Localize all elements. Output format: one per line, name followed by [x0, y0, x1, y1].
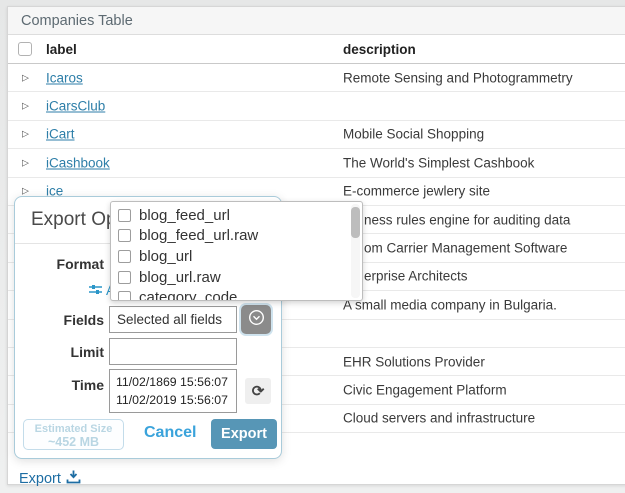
- row-expand-caret-icon[interactable]: ▷: [22, 72, 29, 83]
- cancel-button[interactable]: Cancel: [144, 424, 196, 442]
- estimated-size-label: Estimated Size: [24, 423, 123, 436]
- select-all-checkbox[interactable]: [18, 42, 32, 56]
- refresh-icon: ⟳: [252, 382, 265, 400]
- export-link[interactable]: Export: [19, 470, 81, 488]
- field-option-label: category_code: [139, 289, 237, 301]
- format-label: Format: [15, 256, 104, 272]
- estimated-size-button[interactable]: Estimated Size ~452 MB: [23, 419, 124, 450]
- field-checkbox[interactable]: [118, 291, 131, 301]
- fields-label: Fields: [15, 312, 104, 328]
- field-checkbox[interactable]: [118, 271, 131, 284]
- time-from-value: 11/02/1869 15:56:07: [116, 373, 236, 391]
- table-row[interactable]: ▷ iCashbook The World's Simplest Cashboo…: [8, 149, 625, 177]
- row-expand-caret-icon[interactable]: ▷: [22, 101, 29, 112]
- row-expand-caret-icon[interactable]: ▷: [22, 129, 29, 140]
- table-row[interactable]: ▷ iCarsClub: [8, 92, 625, 120]
- company-description: E-commerce jewlery site: [343, 184, 490, 199]
- company-label-link[interactable]: Icaros: [46, 70, 83, 85]
- company-description: Civic Engagement Platform: [343, 382, 507, 397]
- field-option[interactable]: blog_feed_url.raw: [111, 226, 362, 247]
- panel-title: Companies Table: [8, 7, 625, 35]
- field-option[interactable]: blog_url.raw: [111, 267, 362, 288]
- company-description: A small media company in Bulgaria.: [343, 297, 557, 312]
- time-range-input[interactable]: 11/02/1869 15:56:07 11/02/2019 15:56:07: [109, 369, 237, 413]
- table-row[interactable]: ▷ Icaros Remote Sensing and Photogrammet…: [8, 64, 625, 92]
- company-description: erprise Architects: [364, 269, 468, 284]
- field-checkbox[interactable]: [118, 250, 131, 263]
- export-link-label: Export: [19, 471, 61, 487]
- time-to-value: 11/02/2019 15:56:07: [116, 391, 236, 409]
- estimated-size-value: ~452 MB: [24, 436, 123, 449]
- table-header-row: label description: [8, 35, 625, 64]
- company-label-link[interactable]: iCart: [46, 127, 75, 142]
- field-option[interactable]: blog_url: [111, 246, 362, 267]
- company-description: Mobile Social Shopping: [343, 127, 484, 142]
- dropdown-scrollbar: [351, 204, 360, 298]
- field-option-label: blog_feed_url.raw: [139, 227, 258, 244]
- fields-dropdown-button[interactable]: [241, 305, 271, 334]
- limit-label: Limit: [15, 344, 104, 360]
- page: Companies Table label description ▷ Icar…: [0, 0, 625, 493]
- export-button[interactable]: Export: [211, 419, 277, 449]
- column-header-description[interactable]: description: [343, 42, 416, 57]
- company-description: ness rules engine for auditing data: [364, 212, 570, 227]
- company-label-link[interactable]: iCarsClub: [46, 99, 105, 114]
- row-expand-caret-icon[interactable]: ▷: [22, 157, 29, 168]
- fields-dropdown-list: blog_feed_url blog_feed_url.raw blog_url…: [111, 205, 362, 301]
- field-option[interactable]: category_code: [111, 287, 362, 301]
- refresh-button[interactable]: ⟳: [245, 378, 271, 404]
- field-option[interactable]: blog_feed_url: [111, 205, 362, 226]
- company-description: The World's Simplest Cashbook: [343, 155, 534, 170]
- fields-dropdown: blog_feed_url blog_feed_url.raw blog_url…: [110, 201, 363, 301]
- company-description: Cloud servers and infrastructure: [343, 411, 535, 426]
- field-option-label: blog_feed_url: [139, 207, 230, 224]
- field-checkbox[interactable]: [118, 209, 131, 222]
- table-row[interactable]: ▷ iCart Mobile Social Shopping: [8, 121, 625, 149]
- dropdown-scrollbar-thumb[interactable]: [351, 207, 360, 238]
- chevron-down-circle-icon: [248, 309, 265, 331]
- limit-input[interactable]: [109, 338, 237, 365]
- company-description: EHR Solutions Provider: [343, 354, 485, 369]
- fields-input[interactable]: [109, 306, 237, 333]
- sliders-icon: [89, 283, 102, 298]
- column-header-label[interactable]: label: [46, 42, 77, 57]
- time-label: Time: [15, 377, 104, 393]
- field-option-label: blog_url.raw: [139, 269, 221, 286]
- field-checkbox[interactable]: [118, 229, 131, 242]
- download-icon: [66, 470, 81, 488]
- field-option-label: blog_url: [139, 248, 192, 265]
- company-label-link[interactable]: iCashbook: [46, 155, 110, 170]
- company-description: om Carrier Management Software: [364, 241, 567, 256]
- company-description: Remote Sensing and Photogrammetry: [343, 70, 573, 85]
